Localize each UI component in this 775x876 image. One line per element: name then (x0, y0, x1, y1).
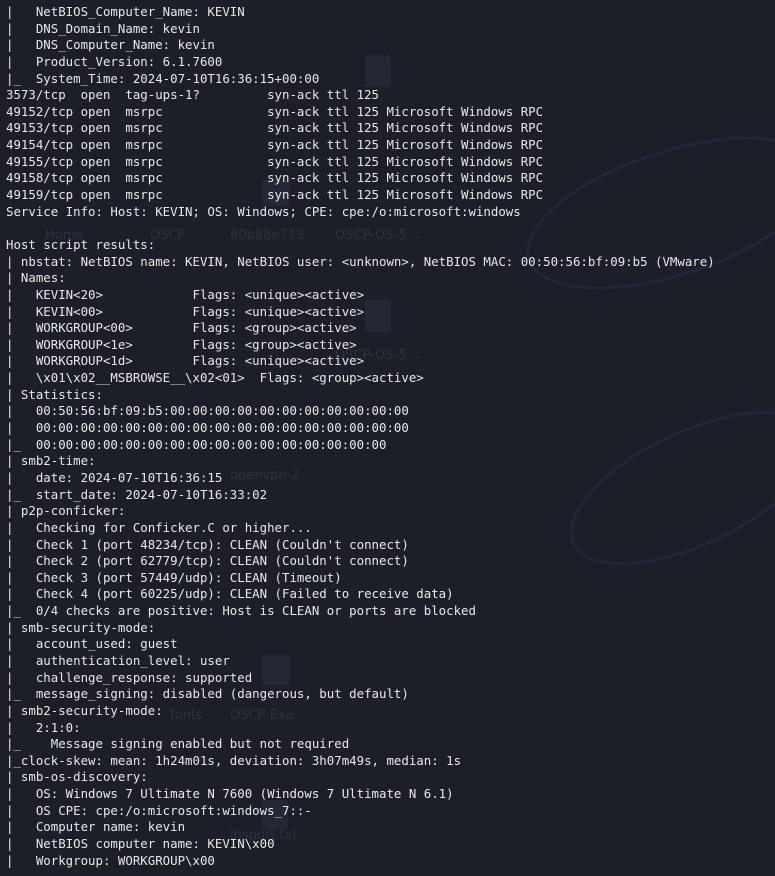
output-line: | KEVIN<20> Flags: <unique><active> (6, 286, 365, 302)
output-line: | Check 1 (port 48234/tcp): CLEAN (Could… (6, 536, 409, 552)
output-line: 49154/tcp open msrpc syn-ack ttl 125 Mic… (6, 137, 544, 153)
output-line: |_clock-skew: mean: 1h24m01s, deviation:… (6, 752, 462, 768)
output-line: | KEVIN<00> Flags: <unique><active> (6, 303, 365, 319)
output-line: |_ System_Time: 2024-07-10T16:36:15+00:0… (6, 70, 320, 86)
output-line: | Computer name: kevin (6, 819, 186, 835)
output-line: | 00:00:00:00:00:00:00:00:00:00:00:00:00… (6, 420, 409, 436)
output-line: | Statistics: (6, 386, 103, 402)
output-line: | Check 4 (port 60225/udp): CLEAN (Faile… (6, 586, 454, 602)
output-line: | smb2-security-mode: (6, 702, 163, 718)
output-line: | NetBIOS_Computer_Name: KEVIN (6, 4, 245, 19)
output-line: |_ 00:00:00:00:00:00:00:00:00:00:00:00:0… (6, 436, 387, 452)
output-line: | authentication_level: user (6, 652, 230, 668)
output-line: 49158/tcp open msrpc syn-ack ttl 125 Mic… (6, 170, 544, 186)
output-line: |_ message_signing: disabled (dangerous,… (6, 686, 409, 702)
output-line: | 2:1:0: (6, 719, 81, 735)
output-line: 49155/tcp open msrpc syn-ack ttl 125 Mic… (6, 153, 544, 169)
output-line: | challenge_response: supported (6, 669, 253, 685)
output-line: | WORKGROUP<1d> Flags: <unique><active> (6, 353, 365, 369)
output-line: 49159/tcp open msrpc syn-ack ttl 125 Mic… (6, 187, 544, 203)
output-line: |_ start_date: 2024-07-10T16:33:02 (6, 486, 268, 502)
output-line: Service Info: Host: KEVIN; OS: Windows; … (6, 203, 521, 219)
output-line: | WORKGROUP<00> Flags: <group><active> (6, 320, 357, 336)
output-line: | smb-os-discovery: (6, 769, 148, 785)
output-line: | Check 2 (port 62779/tcp): CLEAN (Could… (6, 553, 409, 569)
output-line: | nbstat: NetBIOS name: KEVIN, NetBIOS u… (6, 253, 715, 269)
output-line: 3573/tcp open tag-ups-1? syn-ack ttl 125 (6, 87, 379, 103)
output-line: | OS: Windows 7 Ultimate N 7600 (Windows… (6, 786, 454, 802)
output-line: | date: 2024-07-10T16:36:15 (6, 469, 223, 485)
output-line: | WORKGROUP<1e> Flags: <group><active> (6, 336, 357, 352)
output-line: 49153/tcp open msrpc syn-ack ttl 125 Mic… (6, 120, 544, 136)
output-line: | Workgroup: WORKGROUP\x00 (6, 852, 215, 868)
output-line: | OS CPE: cpe:/o:microsoft:windows_7::- (6, 802, 312, 818)
terminal-output[interactable]: | NetBIOS_Computer_Name: KEVIN | DNS_Dom… (6, 4, 775, 869)
output-line: | Product_Version: 6.1.7600 (6, 53, 223, 69)
output-line: | NetBIOS computer name: KEVIN\x00 (6, 836, 275, 852)
output-line: | DNS_Domain_Name: kevin (6, 20, 200, 36)
output-line: | smb2-time: (6, 453, 96, 469)
terminal-window[interactable]: Home OSCP 60b88e713... OSCP-OS-5... open… (0, 0, 775, 876)
output-line: | \x01\x02__MSBROWSE__\x02<01> Flags: <g… (6, 370, 424, 386)
output-line: | Check 3 (port 57449/udp): CLEAN (Timeo… (6, 569, 342, 585)
output-line: 49152/tcp open msrpc syn-ack ttl 125 Mic… (6, 103, 544, 119)
output-line: | DNS_Computer_Name: kevin (6, 37, 215, 53)
output-line: Host script results: (6, 236, 156, 252)
output-line: |_ Message signing enabled but not requi… (6, 736, 350, 752)
output-line: | p2p-conficker: (6, 503, 126, 519)
output-line: | smb-security-mode: (6, 619, 156, 635)
output-line: |_ 0/4 checks are positive: Host is CLEA… (6, 603, 476, 619)
output-line: | Names: (6, 270, 66, 286)
output-line: | Checking for Conficker.C or higher... (6, 519, 312, 535)
output-line: | account_used: guest (6, 636, 178, 652)
output-line: | 00:50:56:bf:09:b5:00:00:00:00:00:00:00… (6, 403, 409, 419)
